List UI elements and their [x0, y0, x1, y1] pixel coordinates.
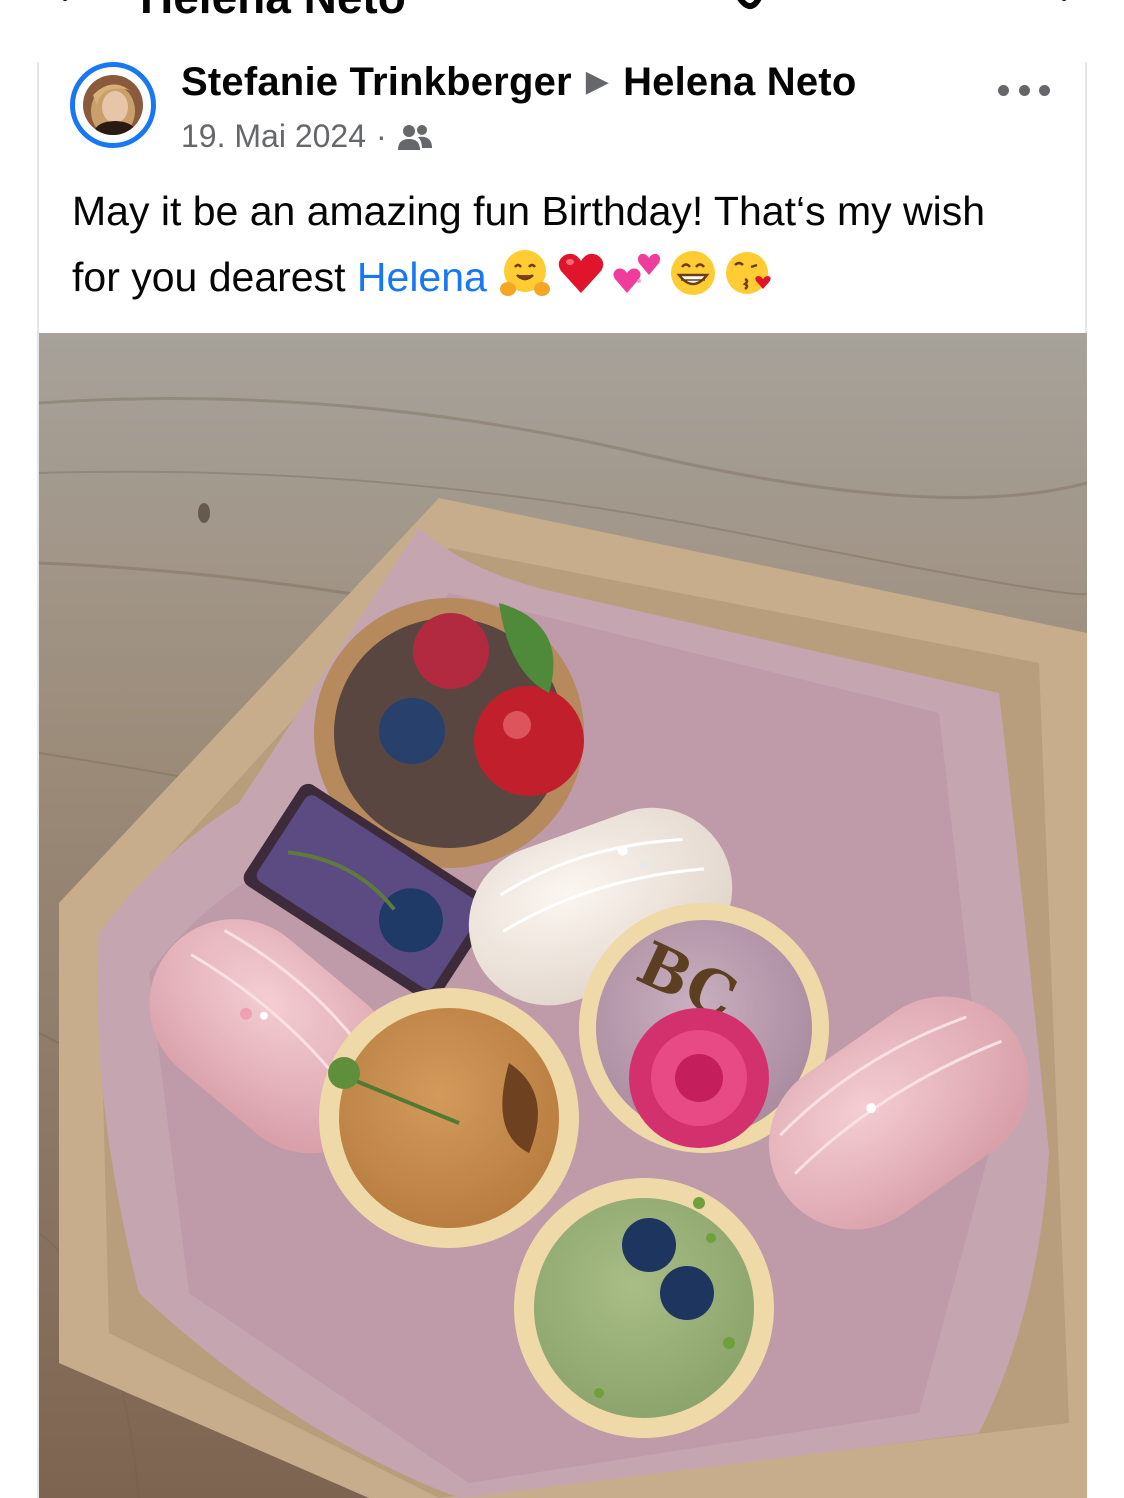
back-arrow-icon[interactable]: [55, 0, 95, 18]
emoji-row: [499, 247, 775, 299]
dot: [1018, 84, 1030, 96]
page-title: Helena Neto: [140, 0, 406, 24]
author-avatar[interactable]: [70, 62, 156, 148]
author-name[interactable]: Stefanie Trinkberger: [181, 60, 572, 104]
avatar-image: [83, 75, 143, 135]
search-icon[interactable]: [1000, 0, 1070, 20]
edit-icon[interactable]: [730, 0, 794, 20]
post-photo[interactable]: BC: [39, 333, 1087, 1498]
mention-link[interactable]: Helena: [357, 254, 487, 300]
two-hearts-icon: [613, 253, 660, 293]
dot: [998, 84, 1009, 96]
face-blowing-kiss-icon: [725, 252, 771, 294]
hugging-face-icon: [499, 250, 550, 296]
dot: [1039, 84, 1050, 96]
more-options-button[interactable]: [998, 70, 1050, 110]
app-top-bar: Helena Neto: [0, 0, 1124, 30]
recipient-name[interactable]: Helena Neto: [623, 60, 856, 104]
to-arrow-icon: ▶: [585, 65, 610, 98]
post-meta: 19. Mai 2024 ·: [181, 118, 433, 155]
friends-icon: [397, 124, 432, 150]
post-message: May it be an amazing fun Birthday! That‘…: [72, 178, 1032, 310]
meta-separator: ·: [376, 118, 387, 154]
post-author-line: Stefanie Trinkberger ▶ Helena Neto: [181, 60, 856, 105]
dessert-box-photo: BC: [39, 333, 1087, 1498]
post-date[interactable]: 19. Mai 2024: [181, 118, 366, 155]
red-heart-icon: [558, 253, 604, 293]
grinning-face-icon: [670, 251, 715, 295]
